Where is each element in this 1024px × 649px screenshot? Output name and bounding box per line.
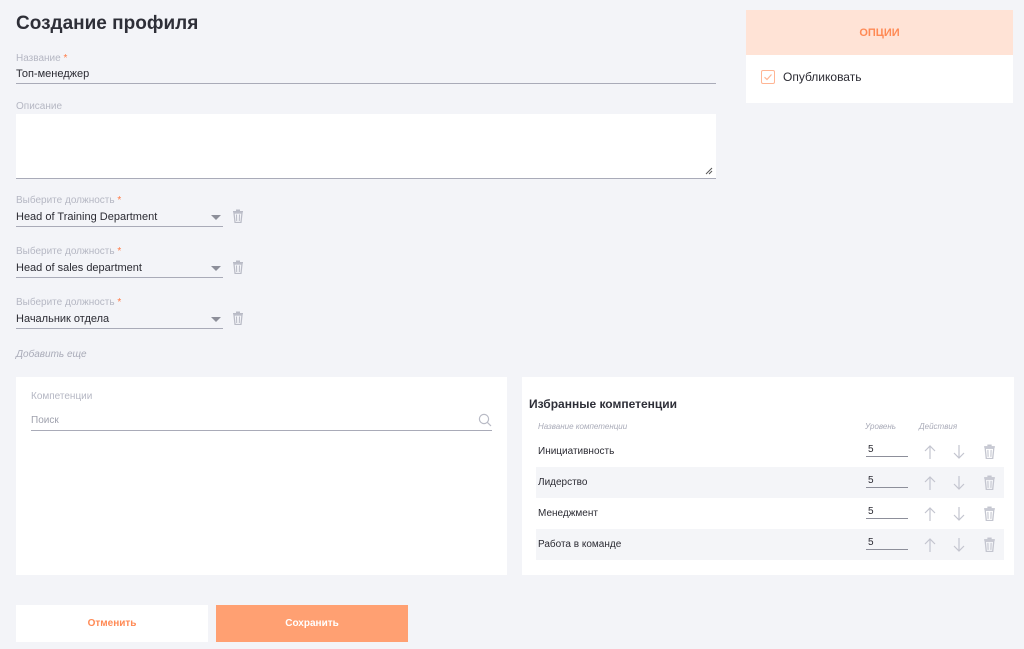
resize-handle-icon[interactable] [705,167,713,175]
position-select[interactable]: Head of Training Department [16,211,223,227]
trash-icon[interactable] [232,260,244,274]
position-select[interactable]: Начальник отдела [16,313,223,329]
trash-icon[interactable] [983,537,997,553]
search-icon[interactable] [478,413,492,427]
search-input[interactable] [31,414,478,426]
arrow-down-icon[interactable] [952,475,966,491]
name-field[interactable]: Название * Топ-менеджер [16,53,716,84]
page-title: Создание профиля [16,13,199,34]
level-input[interactable]: 5 [866,444,908,457]
position-select-block: Выберите должность * Начальник отдела [16,297,256,329]
level-input[interactable]: 5 [866,506,908,519]
position-label: Выберите должность * [16,195,122,206]
add-more-link[interactable]: Добавить еще [16,349,87,360]
favorites-title: Избранные компетенции [529,397,678,411]
competency-name: Инициативность [538,446,615,457]
column-header-level: Уровень [865,422,896,431]
level-input[interactable]: 5 [866,537,908,550]
arrow-down-icon[interactable] [952,506,966,522]
column-header-actions: Действия [919,422,958,431]
competency-name: Менеджмент [538,508,598,519]
name-input[interactable]: Топ-менеджер [16,68,716,84]
publish-label: Опубликовать [783,70,862,84]
competencies-label: Компетенции [31,391,93,402]
position-select[interactable]: Head of sales department [16,262,223,278]
cancel-button[interactable]: Отменить [16,605,208,642]
position-value: Head of Training Department [16,211,158,223]
table-row: Работа в команде 5 [536,529,1004,560]
arrow-up-icon[interactable] [923,506,937,522]
position-select-block: Выберите должность * Head of sales depar… [16,246,256,278]
competencies-panel: Компетенции [16,377,507,575]
options-panel: ОПЦИИ Опубликовать [746,10,1013,103]
publish-option[interactable]: Опубликовать [746,55,1013,84]
name-label: Название * [16,53,68,64]
arrow-down-icon[interactable] [952,537,966,553]
description-label: Описание [16,101,63,112]
chevron-down-icon [211,265,221,271]
table-row: Менеджмент 5 [536,498,1004,529]
level-input[interactable]: 5 [866,475,908,488]
table-row: Инициативность 5 [536,436,1004,467]
position-select-block: Выберите должность * Head of Training De… [16,195,256,227]
arrow-up-icon[interactable] [923,475,937,491]
trash-icon[interactable] [232,209,244,223]
trash-icon[interactable] [983,444,997,460]
arrow-down-icon[interactable] [952,444,966,460]
favorite-competencies-panel: Избранные компетенции Название компетенц… [522,377,1014,575]
publish-checkbox[interactable] [761,70,775,84]
competency-search [31,413,492,431]
position-label: Выберите должность * [16,246,122,257]
column-header-name: Название компетенции [538,422,628,431]
check-icon [764,74,772,81]
arrow-up-icon[interactable] [923,537,937,553]
competency-name: Лидерство [538,477,588,488]
position-label: Выберите должность * [16,297,122,308]
arrow-up-icon[interactable] [923,444,937,460]
trash-icon[interactable] [232,311,244,325]
competency-name: Работа в команде [538,539,622,550]
table-row: Лидерство 5 [536,467,1004,498]
chevron-down-icon [211,214,221,220]
trash-icon[interactable] [983,475,997,491]
position-value: Head of sales department [16,262,142,274]
options-header: ОПЦИИ [746,10,1013,55]
description-textarea[interactable] [16,114,716,179]
trash-icon[interactable] [983,506,997,522]
chevron-down-icon [211,316,221,322]
save-button[interactable]: Сохранить [216,605,408,642]
position-value: Начальник отдела [16,313,110,325]
